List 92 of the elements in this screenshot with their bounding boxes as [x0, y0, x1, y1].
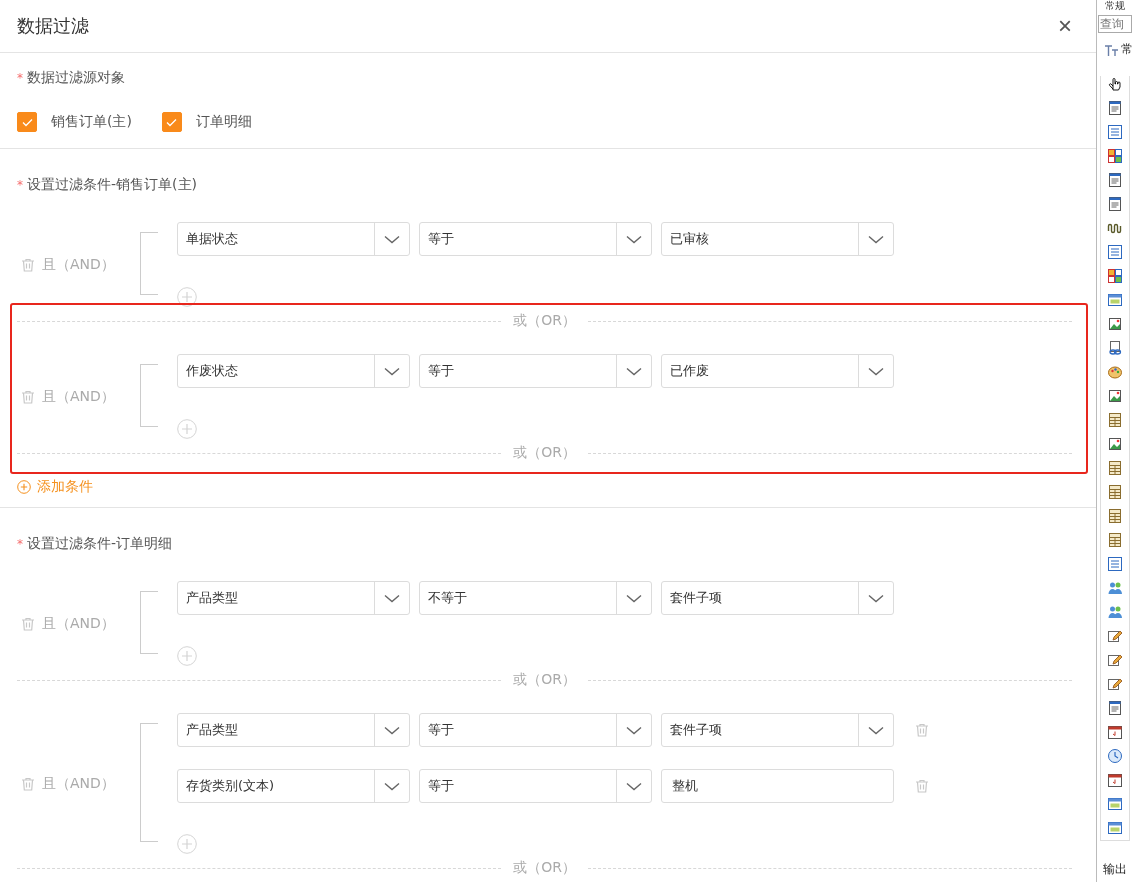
chevron-down-icon	[384, 366, 400, 376]
dialog-title: 数据过滤	[17, 14, 89, 38]
field-select[interactable]: 单据状态	[177, 222, 410, 256]
clock-icon[interactable]	[1107, 748, 1123, 764]
required-mark: *	[17, 71, 23, 85]
document-icon[interactable]	[1107, 196, 1123, 212]
text-size-icon[interactable]	[1104, 42, 1119, 57]
table-icon[interactable]	[1107, 508, 1123, 524]
bracket-line	[140, 591, 158, 654]
chevron-down-icon	[626, 725, 642, 735]
connector-label: 且（AND）	[42, 774, 115, 793]
table-icon[interactable]	[1107, 532, 1123, 548]
field-select[interactable]: 存货类别(文本)	[177, 769, 410, 803]
pointer-hand-icon[interactable]	[1107, 76, 1123, 92]
pencil-icon[interactable]	[1107, 652, 1123, 668]
field-select[interactable]: 产品类型	[177, 713, 410, 747]
window-icon[interactable]	[1107, 796, 1123, 812]
required-mark: *	[17, 178, 23, 192]
connector-label: 且（AND）	[42, 387, 115, 406]
chevron-down-icon	[868, 366, 884, 376]
or-label: 或（OR）	[513, 859, 576, 877]
calendar-icon[interactable]	[1107, 724, 1123, 740]
value-select[interactable]: 已审核	[661, 222, 894, 256]
toolbox-item[interactable]: 常	[1121, 41, 1133, 58]
required-mark: *	[17, 537, 23, 551]
value-field[interactable]: 整机	[661, 769, 894, 803]
table-icon[interactable]	[1107, 460, 1123, 476]
chevron-down-icon	[384, 593, 400, 603]
section-label: 数据过滤源对象	[27, 69, 125, 87]
link-icon[interactable]	[1107, 340, 1123, 356]
value-select[interactable]: 已作废	[661, 354, 894, 388]
list-icon[interactable]	[1107, 556, 1123, 572]
operator-select[interactable]: 等于	[419, 769, 652, 803]
picture-frame-icon[interactable]	[1107, 436, 1123, 452]
checkmark-icon	[166, 117, 178, 127]
chevron-down-icon	[384, 781, 400, 791]
chevron-down-icon	[384, 725, 400, 735]
section-label: 设置过滤条件-销售订单(主)	[27, 176, 197, 194]
palette-icon[interactable]	[1107, 364, 1123, 380]
close-button[interactable]: ×	[1054, 12, 1076, 40]
field-select[interactable]: 作废状态	[177, 354, 410, 388]
picture-frame-icon[interactable]	[1107, 316, 1123, 332]
checkbox-label: 销售订单(主)	[51, 113, 132, 131]
document-icon[interactable]	[1107, 172, 1123, 188]
value-select[interactable]: 套件子项	[661, 713, 894, 747]
chevron-down-icon	[868, 725, 884, 735]
chevron-down-icon	[868, 234, 884, 244]
people-icon[interactable]	[1107, 604, 1123, 620]
operator-select[interactable]: 等于	[419, 222, 652, 256]
or-label: 或（OR）	[513, 671, 576, 689]
operator-select[interactable]: 等于	[419, 713, 652, 747]
panel-footer: 输出	[1103, 861, 1127, 878]
people-icon[interactable]	[1107, 580, 1123, 596]
blocks-icon[interactable]	[1107, 148, 1123, 164]
chevron-down-icon	[626, 234, 642, 244]
connector-label: 且（AND）	[42, 255, 115, 274]
add-circle-icon	[17, 480, 31, 494]
or-label: 或（OR）	[513, 312, 576, 330]
chevron-down-icon	[626, 593, 642, 603]
document-icon[interactable]	[1107, 100, 1123, 116]
checkbox[interactable]	[161, 112, 182, 132]
add-circle-icon[interactable]	[177, 287, 197, 307]
blocks-icon[interactable]	[1107, 268, 1123, 284]
chevron-down-icon	[384, 234, 400, 244]
document-icon[interactable]	[1107, 700, 1123, 716]
window-icon[interactable]	[1107, 820, 1123, 836]
chevron-down-icon	[868, 593, 884, 603]
panel-header: 常规	[1105, 0, 1125, 12]
section-label: 设置过滤条件-订单明细	[27, 535, 173, 553]
checkbox-label: 订单明细	[195, 113, 252, 131]
picture-frame-icon[interactable]	[1107, 388, 1123, 404]
bracket-line	[140, 364, 158, 427]
operator-select[interactable]: 不等于	[419, 581, 652, 615]
bracket-line	[140, 232, 158, 295]
checkbox[interactable]	[17, 112, 37, 132]
checkmark-icon	[21, 117, 33, 127]
chevron-down-icon	[626, 366, 642, 376]
list-icon[interactable]	[1107, 124, 1123, 140]
window-icon[interactable]	[1107, 292, 1123, 308]
value-select[interactable]: 套件子项	[661, 581, 894, 615]
search-field[interactable]: 查询	[1098, 15, 1132, 33]
calendar-icon[interactable]	[1107, 772, 1123, 788]
list-icon[interactable]	[1107, 244, 1123, 260]
operator-select[interactable]: 等于	[419, 354, 652, 388]
or-label: 或（OR）	[513, 444, 576, 462]
pencil-icon[interactable]	[1107, 676, 1123, 692]
table-icon[interactable]	[1107, 412, 1123, 428]
field-select[interactable]: 产品类型	[177, 581, 410, 615]
table-icon[interactable]	[1107, 484, 1123, 500]
chevron-down-icon	[626, 781, 642, 791]
connector-label: 且（AND）	[42, 614, 115, 633]
pencil-icon[interactable]	[1107, 628, 1123, 644]
